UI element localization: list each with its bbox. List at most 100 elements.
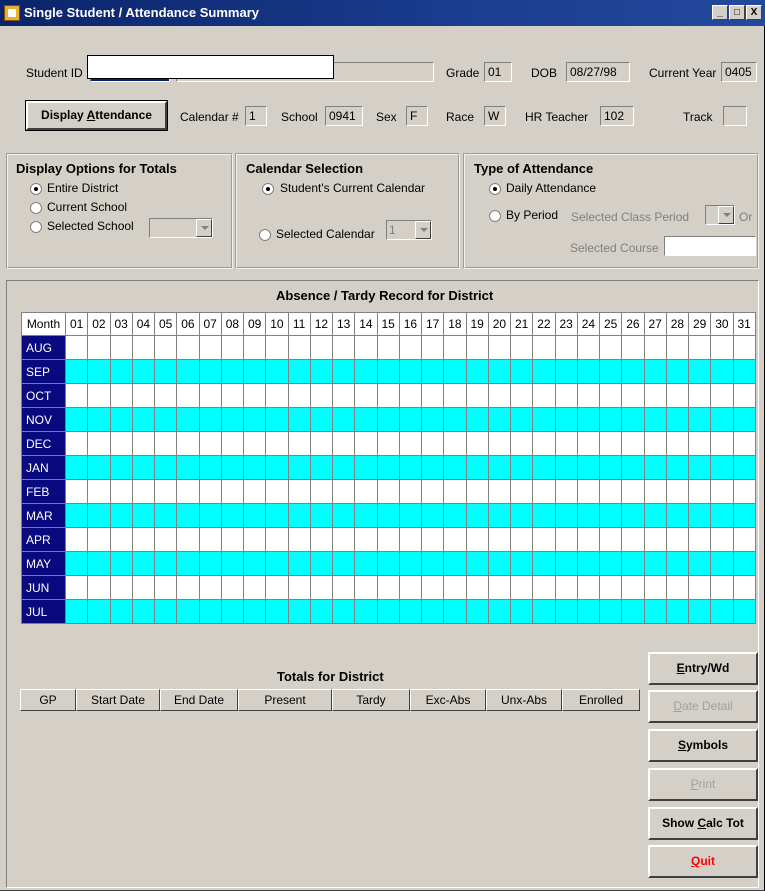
day-cell[interactable] [354, 599, 378, 624]
day-cell[interactable] [198, 455, 222, 480]
day-cell[interactable] [242, 359, 267, 384]
date-detail-button[interactable]: Date Detail [648, 690, 758, 723]
day-cell[interactable] [420, 479, 445, 504]
day-cell[interactable] [176, 527, 200, 552]
day-cell[interactable] [532, 527, 556, 552]
day-cell[interactable] [87, 551, 111, 576]
day-cell[interactable] [643, 407, 667, 432]
current-calendar-radio[interactable] [262, 183, 274, 195]
day-cell[interactable] [420, 599, 445, 624]
day-cell[interactable] [87, 359, 111, 384]
selected-course-input[interactable] [664, 236, 756, 256]
day-cell[interactable] [131, 503, 156, 528]
day-cell[interactable] [153, 527, 178, 552]
day-cell[interactable] [176, 575, 200, 600]
day-cell[interactable] [376, 527, 400, 552]
day-cell[interactable] [420, 503, 445, 528]
entry-button[interactable]: Entry/Wd [648, 652, 758, 685]
day-cell[interactable] [443, 431, 467, 456]
day-cell[interactable] [576, 359, 601, 384]
day-cell[interactable] [354, 455, 378, 480]
day-cell[interactable] [509, 503, 534, 528]
day-cell[interactable] [443, 479, 467, 504]
day-cell[interactable] [532, 479, 556, 504]
day-cell[interactable] [621, 431, 645, 456]
current-school-radio[interactable] [30, 202, 42, 214]
day-cell[interactable] [643, 359, 667, 384]
day-cell[interactable] [198, 527, 222, 552]
day-cell[interactable] [554, 359, 578, 384]
day-cell[interactable] [131, 335, 156, 360]
day-cell[interactable] [398, 359, 423, 384]
day-cell[interactable] [443, 503, 467, 528]
day-cell[interactable] [242, 431, 267, 456]
day-cell[interactable] [532, 575, 556, 600]
day-cell[interactable] [710, 575, 734, 600]
day-cell[interactable] [87, 479, 111, 504]
day-cell[interactable] [598, 599, 623, 624]
day-cell[interactable] [153, 575, 178, 600]
day-cell[interactable] [554, 431, 578, 456]
day-cell[interactable] [398, 527, 423, 552]
day-cell[interactable] [487, 575, 512, 600]
day-cell[interactable] [287, 407, 311, 432]
day-cell[interactable] [265, 503, 289, 528]
day-cell[interactable] [176, 407, 200, 432]
day-cell[interactable] [710, 431, 734, 456]
day-cell[interactable] [420, 383, 445, 408]
day-cell[interactable] [532, 431, 556, 456]
day-cell[interactable] [87, 527, 111, 552]
day-cell[interactable] [621, 527, 645, 552]
day-cell[interactable] [287, 455, 311, 480]
day-cell[interactable] [398, 383, 423, 408]
day-cell[interactable] [687, 407, 712, 432]
day-cell[interactable] [532, 407, 556, 432]
day-cell[interactable] [354, 431, 378, 456]
day-cell[interactable] [509, 479, 534, 504]
day-cell[interactable] [309, 335, 334, 360]
day-cell[interactable] [487, 455, 512, 480]
day-cell[interactable] [509, 455, 534, 480]
day-cell[interactable] [398, 599, 423, 624]
day-cell[interactable] [376, 551, 400, 576]
day-cell[interactable] [131, 551, 156, 576]
chevron-down-icon[interactable] [718, 206, 734, 224]
quit-button[interactable]: Quit [648, 845, 758, 878]
day-cell[interactable] [109, 359, 133, 384]
day-cell[interactable] [220, 575, 245, 600]
day-cell[interactable] [487, 407, 512, 432]
day-cell[interactable] [331, 503, 356, 528]
by-period-radio[interactable] [489, 210, 501, 222]
day-cell[interactable] [509, 599, 534, 624]
day-cell[interactable] [643, 431, 667, 456]
day-cell[interactable] [665, 335, 690, 360]
day-cell[interactable] [331, 455, 356, 480]
day-cell[interactable] [509, 383, 534, 408]
day-cell[interactable] [176, 551, 200, 576]
day-cell[interactable] [621, 599, 645, 624]
day-cell[interactable] [376, 359, 400, 384]
day-cell[interactable] [487, 479, 512, 504]
day-cell[interactable] [554, 479, 578, 504]
selected-calendar-label[interactable]: Selected Calendar [276, 227, 375, 241]
day-cell[interactable] [687, 359, 712, 384]
day-cell[interactable] [64, 407, 89, 432]
day-cell[interactable] [354, 335, 378, 360]
day-cell[interactable] [732, 479, 756, 504]
day-cell[interactable] [576, 527, 601, 552]
day-cell[interactable] [621, 455, 645, 480]
day-cell[interactable] [220, 359, 245, 384]
maximize-button[interactable]: □ [729, 5, 745, 20]
day-cell[interactable] [487, 503, 512, 528]
day-cell[interactable] [665, 431, 690, 456]
day-cell[interactable] [309, 431, 334, 456]
day-cell[interactable] [87, 503, 111, 528]
day-cell[interactable] [732, 503, 756, 528]
day-cell[interactable] [242, 551, 267, 576]
day-cell[interactable] [554, 383, 578, 408]
totals-column-header[interactable]: Enrolled [562, 689, 640, 711]
day-cell[interactable] [198, 551, 222, 576]
day-cell[interactable] [509, 431, 534, 456]
day-cell[interactable] [732, 599, 756, 624]
day-cell[interactable] [153, 359, 178, 384]
